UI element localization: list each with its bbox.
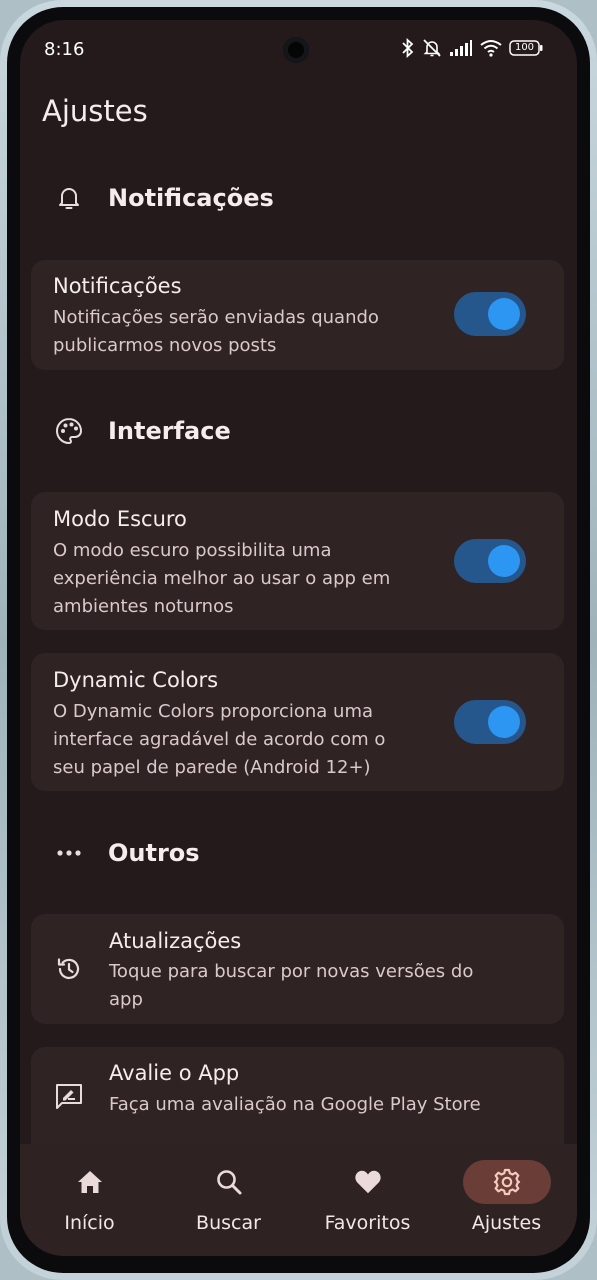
dynamic-colors-setting-card[interactable]: Dynamic Colors O Dynamic Colors proporci… — [31, 653, 564, 791]
nav-item-inicio[interactable]: Início — [20, 1144, 159, 1256]
gear-icon — [493, 1168, 521, 1196]
nav-item-buscar[interactable]: Buscar — [159, 1144, 298, 1256]
front-camera — [283, 37, 309, 63]
nav-label: Favoritos — [324, 1212, 411, 1234]
update-history-icon — [53, 953, 85, 985]
description-line: O modo escuro possibilita uma — [53, 540, 332, 561]
bottom-navigation: Início Buscar Favoritos Ajustes — [20, 1144, 577, 1256]
search-icon — [215, 1168, 243, 1196]
bell-icon — [52, 181, 86, 215]
description-line: experiência melhor ao usar o app em — [53, 568, 391, 589]
setting-description: Faça uma avaliação na Google Play Store — [109, 1091, 481, 1119]
battery-level: 100 — [514, 42, 535, 53]
nav-label: Início — [64, 1212, 115, 1234]
nav-item-ajustes[interactable]: Ajustes — [437, 1144, 576, 1256]
setting-description: Toque para buscar por novas versões do a… — [109, 958, 473, 1014]
description-line: interface agradável de acordo com o — [53, 729, 386, 750]
notifications-setting-card[interactable]: Notificações Notificações serão enviadas… — [31, 260, 564, 370]
wifi-icon — [480, 40, 502, 57]
toggle-knob — [488, 545, 520, 577]
setting-description: O modo escuro possibilita uma experiênci… — [53, 537, 390, 621]
dynamic-colors-toggle[interactable] — [454, 700, 526, 744]
dark-mode-toggle[interactable] — [454, 539, 526, 583]
nav-item-favoritos[interactable]: Favoritos — [298, 1144, 437, 1256]
notifications-toggle[interactable] — [454, 292, 526, 336]
nav-label: Ajustes — [471, 1212, 542, 1234]
description-line: Faça uma avaliação na Google Play Store — [109, 1094, 481, 1115]
setting-title: Notificações — [53, 274, 182, 298]
description-line: app — [109, 989, 143, 1010]
bluetooth-icon — [402, 38, 414, 58]
page-title: Ajustes — [42, 94, 148, 128]
home-icon — [76, 1168, 104, 1196]
setting-title: Avalie o App — [109, 1061, 240, 1085]
signal-icon — [450, 40, 472, 56]
dark-mode-setting-card[interactable]: Modo Escuro O modo escuro possibilita um… — [31, 492, 564, 630]
bell-muted-icon — [423, 39, 441, 57]
nav-label: Buscar — [196, 1212, 261, 1234]
section-header-others: Outros — [52, 836, 200, 870]
status-icons: 100 — [401, 38, 543, 58]
description-line: ambientes noturnos — [53, 596, 234, 617]
more-horizontal-icon — [52, 836, 86, 870]
screen: 8:16 100 Ajustes Notificações Notificaçõ… — [20, 20, 577, 1256]
description-line: O Dynamic Colors proporciona uma — [53, 701, 374, 722]
section-label: Outros — [108, 839, 200, 867]
setting-title: Modo Escuro — [53, 507, 187, 531]
toggle-knob — [488, 298, 520, 330]
description-line: Toque para buscar por novas versões do — [109, 961, 474, 982]
heart-icon — [354, 1168, 382, 1196]
setting-title: Atualizações — [109, 929, 242, 953]
status-time: 8:16 — [44, 39, 85, 60]
battery-icon: 100 — [509, 40, 543, 56]
setting-title: Dynamic Colors — [53, 668, 219, 692]
description-line: publicarmos novos posts — [53, 335, 277, 356]
section-header-interface: Interface — [52, 414, 231, 448]
updates-card[interactable]: Atualizações Toque para buscar por novas… — [31, 914, 564, 1024]
description-line: Notificações serão enviadas quando — [53, 307, 379, 328]
rate-review-icon — [53, 1080, 85, 1112]
palette-icon — [52, 414, 86, 448]
setting-description: O Dynamic Colors proporciona uma interfa… — [53, 698, 385, 782]
section-header-notifications: Notificações — [52, 181, 274, 215]
description-line: seu papel de parede (Android 12+) — [53, 757, 371, 778]
toggle-knob — [488, 706, 520, 738]
section-label: Notificações — [108, 184, 274, 212]
section-label: Interface — [108, 417, 231, 445]
rate-app-card[interactable]: Avalie o App Faça uma avaliação na Googl… — [31, 1047, 564, 1157]
setting-description: Notificações serão enviadas quando publi… — [53, 304, 379, 360]
